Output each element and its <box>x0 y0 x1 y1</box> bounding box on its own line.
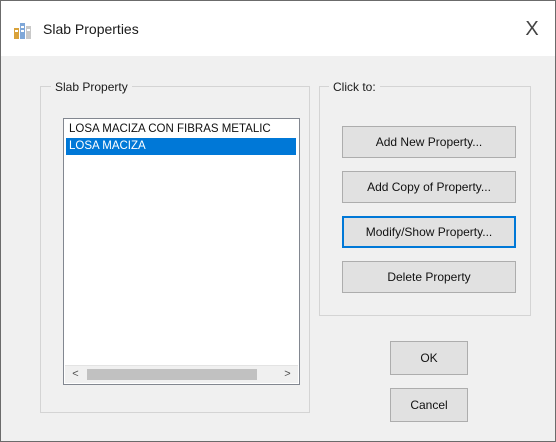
list-item[interactable]: LOSA MACIZA CON FIBRAS METALIC <box>66 121 296 138</box>
list-item-selected[interactable]: LOSA MACIZA <box>66 138 296 155</box>
delete-property-button[interactable]: Delete Property <box>342 261 516 293</box>
dialog-client-area: Slab Property LOSA MACIZA CON FIBRAS MET… <box>7 56 547 436</box>
scrollbar-thumb[interactable] <box>87 369 257 380</box>
scroll-left-arrow-icon[interactable]: < <box>67 366 84 383</box>
horizontal-scrollbar[interactable]: < > <box>65 365 298 383</box>
scroll-right-arrow-icon[interactable]: > <box>279 366 296 383</box>
slab-property-group-label: Slab Property <box>51 80 132 94</box>
cancel-button[interactable]: Cancel <box>390 388 468 422</box>
slab-properties-dialog: Slab Properties X Slab Property LOSA MAC… <box>0 0 556 442</box>
ok-button[interactable]: OK <box>390 341 468 375</box>
close-icon: X <box>525 18 539 40</box>
slab-properties-icon <box>13 20 33 40</box>
add-new-property-button[interactable]: Add New Property... <box>342 126 516 158</box>
title-bar: Slab Properties X <box>1 1 555 56</box>
add-copy-of-property-button[interactable]: Add Copy of Property... <box>342 171 516 203</box>
click-to-group-label: Click to: <box>329 80 380 94</box>
slab-property-list[interactable]: LOSA MACIZA CON FIBRAS METALIC LOSA MACI… <box>63 118 300 385</box>
window-title: Slab Properties <box>43 21 139 37</box>
modify-show-property-button[interactable]: Modify/Show Property... <box>342 216 516 248</box>
close-button[interactable]: X <box>517 15 547 43</box>
